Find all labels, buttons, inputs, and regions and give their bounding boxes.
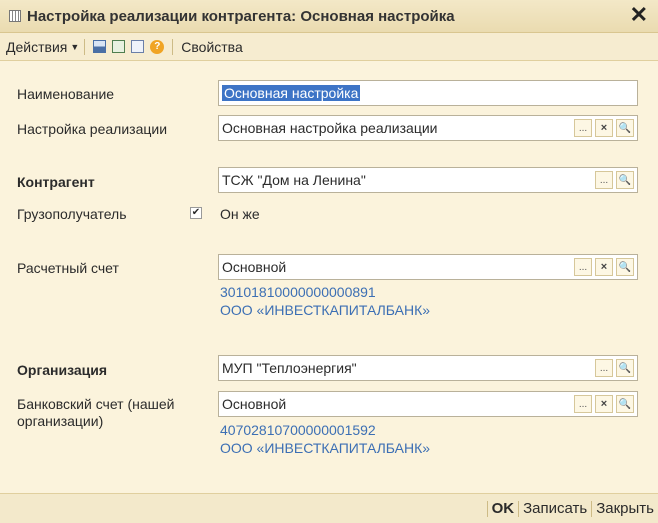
sales-setting-label: Настройка реализации [17, 121, 168, 137]
bank-account-label-line2: организации) [17, 413, 104, 429]
window-title: Настройка реализации контрагента: Основн… [27, 7, 455, 25]
consignee-value: Он же [220, 206, 260, 222]
copy-icon[interactable] [131, 40, 145, 53]
title-bar: Настройка реализации контрагента: Основн… [0, 0, 658, 33]
write-icon[interactable] [112, 40, 126, 53]
clear-icon[interactable]: × [595, 395, 613, 413]
bank-account-value: Основной [222, 396, 287, 412]
select-button[interactable]: ... [574, 258, 592, 276]
ok-button[interactable]: OK [488, 500, 519, 517]
help-icon[interactable]: ? [150, 39, 165, 54]
clear-icon[interactable]: × [595, 258, 613, 276]
counterparty-field[interactable]: ТСЖ "Дом на Ленина" ... 🔍 [218, 167, 638, 193]
save-and-close-icon[interactable] [93, 40, 107, 53]
clear-icon[interactable]: × [595, 119, 613, 137]
properties-button[interactable]: Свойства [181, 39, 242, 55]
search-icon[interactable]: 🔍 [616, 258, 634, 276]
select-button[interactable]: ... [595, 171, 613, 189]
bank-account-field[interactable]: Основной ... × 🔍 [218, 391, 638, 417]
actions-menu[interactable]: Действия ▼ [6, 39, 79, 55]
search-icon[interactable]: 🔍 [616, 395, 634, 413]
sales-setting-field[interactable]: Основная настройка реализации ... × 🔍 [218, 115, 638, 141]
name-value: Основная настройка [222, 85, 361, 101]
name-field[interactable]: Основная настройка [218, 80, 638, 106]
close-icon[interactable]: ✕ [630, 3, 648, 27]
organization-field[interactable]: МУП "Теплоэнергия" ... 🔍 [218, 355, 638, 381]
bank-account-bank-link[interactable]: ООО «ИНВЕСТКАПИТАЛБАНК» [220, 440, 430, 456]
search-icon[interactable]: 🔍 [616, 359, 634, 377]
bank-account-label-line1: Банковский счет (нашей [17, 396, 175, 412]
close-button[interactable]: Закрыть [592, 500, 658, 517]
consignee-checkbox[interactable]: ✔ [190, 207, 202, 219]
actions-label: Действия [6, 38, 68, 55]
sales-setting-value: Основная настройка реализации [222, 120, 438, 136]
settlement-account-label: Расчетный счет [17, 260, 119, 276]
organization-label: Организация [17, 362, 108, 378]
toolbar-divider [172, 38, 174, 55]
name-label: Наименование [17, 86, 115, 102]
footer-bar: OK Записать Закрыть [0, 493, 658, 523]
settlement-account-value: Основной [222, 259, 287, 275]
chevron-down-icon: ▼ [70, 41, 80, 52]
select-button[interactable]: ... [595, 359, 613, 377]
bank-account-number-link[interactable]: 40702810700000001592 [220, 422, 376, 438]
settlement-bank-link[interactable]: ООО «ИНВЕСТКАПИТАЛБАНК» [220, 302, 430, 318]
consignee-label: Грузополучатель [17, 206, 127, 222]
select-button[interactable]: ... [574, 119, 592, 137]
search-icon[interactable]: 🔍 [616, 171, 634, 189]
settlement-account-number-link[interactable]: 30101810000000000891 [220, 284, 376, 300]
settlement-account-field[interactable]: Основной ... × 🔍 [218, 254, 638, 280]
select-button[interactable]: ... [574, 395, 592, 413]
counterparty-label: Контрагент [17, 174, 95, 190]
form-icon [9, 10, 21, 22]
search-icon[interactable]: 🔍 [616, 119, 634, 137]
counterparty-value: ТСЖ "Дом на Ленина" [222, 172, 366, 188]
organization-value: МУП "Теплоэнергия" [222, 360, 357, 376]
save-button[interactable]: Записать [519, 500, 591, 517]
toolbar: Действия ▼ ? Свойства [0, 33, 658, 61]
toolbar-divider [84, 38, 86, 55]
